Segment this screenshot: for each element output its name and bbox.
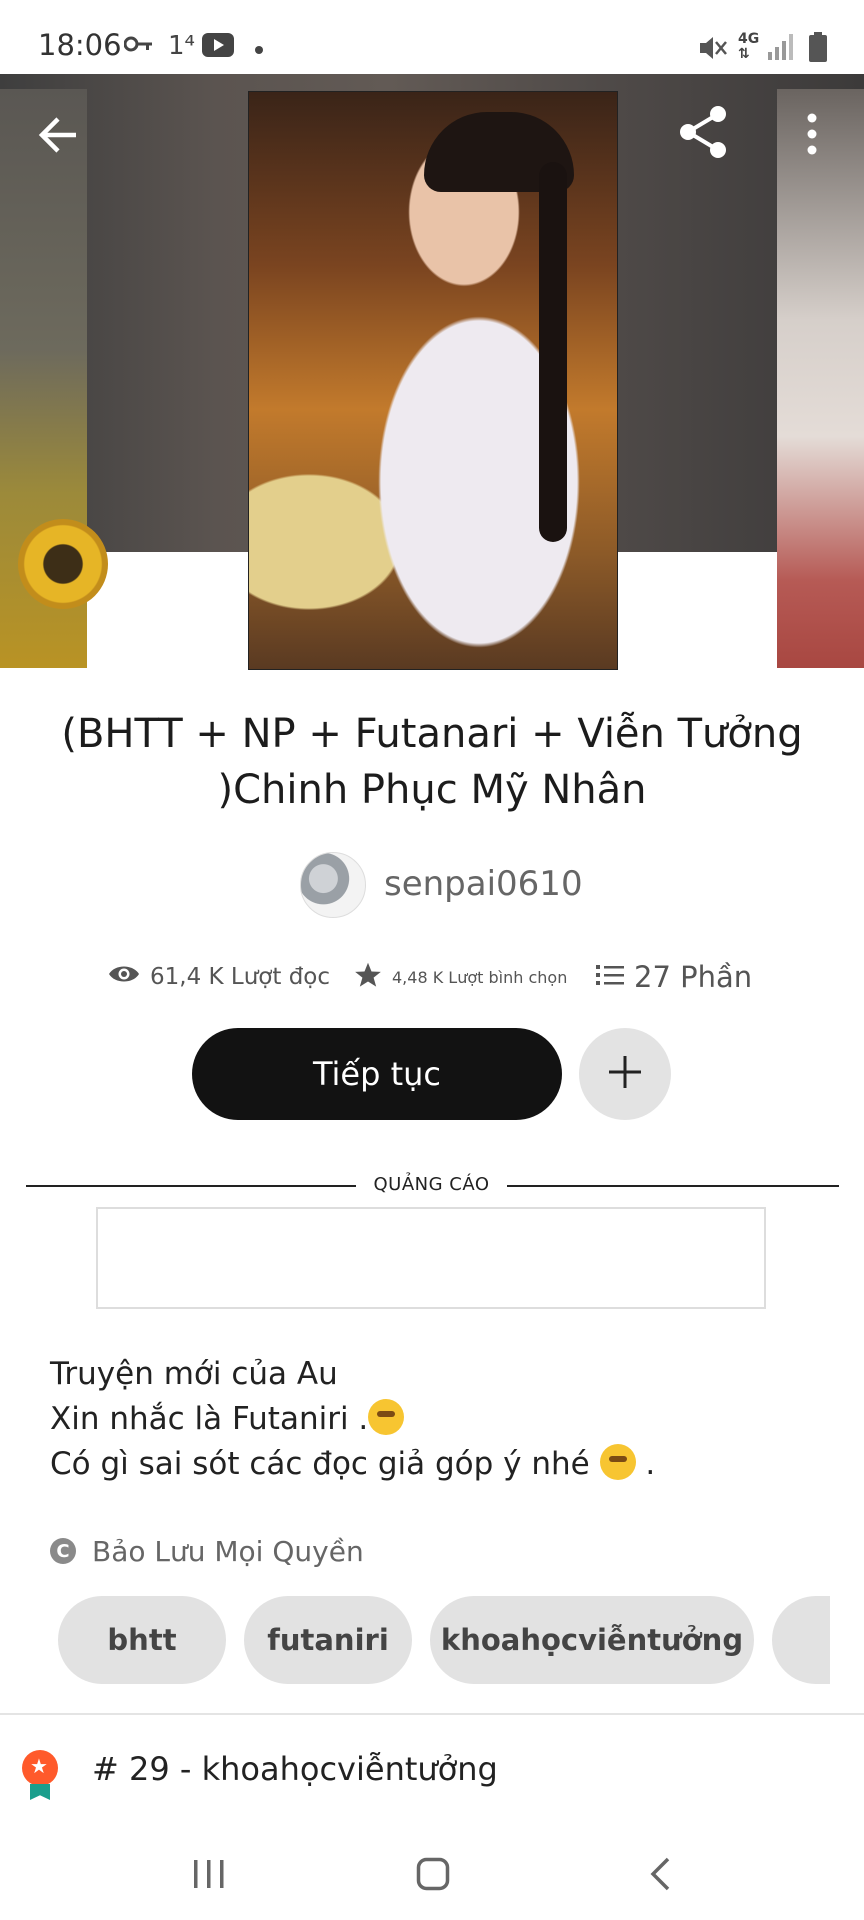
next-story-cover[interactable] — [777, 89, 864, 668]
description-line: Xin nhắc là Futaniri . — [50, 1397, 830, 1442]
status-time: 18:06 — [38, 28, 122, 62]
battery-icon — [808, 32, 828, 68]
votes-count: 4,48 K Lượt bình chọn — [392, 967, 568, 987]
mute-icon — [698, 34, 728, 68]
description-text: . — [635, 1446, 656, 1482]
tag-chip[interactable]: bhtt — [58, 1596, 226, 1684]
ranking-text[interactable]: # 29 - khoahọcviễntưởng — [92, 1750, 498, 1788]
star-icon — [354, 961, 382, 993]
description-text: Có gì sai sót các đọc giả góp ý nhé — [50, 1446, 590, 1482]
previous-story-cover[interactable] — [0, 89, 108, 668]
author-avatar[interactable] — [300, 852, 366, 918]
tag-chip[interactable]: khoahọcviễntưởng — [430, 1596, 754, 1684]
eye-icon — [108, 963, 140, 991]
ad-divider-left — [26, 1185, 356, 1187]
ad-label: QUẢNG CÁO — [373, 1174, 490, 1195]
4g-icon: 4G ⇅ — [738, 31, 760, 62]
system-navigation-bar — [0, 1820, 864, 1920]
parts-stat[interactable]: 27 Phần — [596, 952, 752, 1002]
dot-icon — [254, 36, 264, 61]
kissing-face-emoji-icon — [368, 1399, 405, 1435]
story-cover-carousel[interactable] — [0, 74, 864, 670]
ranking-ribbon-icon — [30, 1784, 50, 1800]
story-description: Truyện mới của Au Xin nhắc là Futaniri .… — [50, 1352, 830, 1487]
back-arrow-icon[interactable] — [36, 112, 82, 158]
tag-chip[interactable]: futaniri — [244, 1596, 412, 1684]
tag-list[interactable]: bhtt futaniri khoahọcviễntưởng — [58, 1596, 830, 1684]
copyright-icon: C — [50, 1538, 76, 1564]
reads-count: 61,4 K Lượt đọc — [150, 964, 331, 990]
copyright-row: C Bảo Lưu Mọi Quyền — [50, 1531, 364, 1571]
copyright-text: Bảo Lưu Mọi Quyền — [92, 1534, 364, 1568]
description-line: Có gì sai sót các đọc giả góp ý nhé . — [50, 1442, 830, 1487]
story-cover-image — [248, 91, 618, 670]
list-icon — [596, 960, 624, 994]
ranking-row[interactable]: # 29 - khoahọcviễntưởng — [0, 1740, 864, 1810]
back-nav-icon[interactable] — [648, 1856, 672, 1896]
one-notification-icon: 1⁴ — [168, 31, 195, 61]
more-options-icon[interactable] — [800, 110, 824, 160]
section-divider — [0, 1713, 864, 1715]
heart-eyes-emoji-icon — [599, 1444, 636, 1480]
tag-chip-partial[interactable] — [772, 1596, 830, 1684]
ranking-badge-icon — [22, 1750, 58, 1786]
home-icon[interactable] — [416, 1857, 450, 1895]
description-text: Xin nhắc là Futaniri . — [50, 1401, 369, 1437]
signal-icon — [768, 34, 796, 66]
key-icon — [123, 33, 154, 61]
share-icon[interactable] — [676, 104, 732, 160]
ad-slot[interactable] — [96, 1207, 766, 1309]
votes-stat: 4,48 K Lượt bình chọn — [354, 952, 567, 1002]
network-type: 4G — [738, 31, 760, 47]
author-name[interactable]: senpai0610 — [384, 864, 583, 904]
parts-count[interactable]: 27 Phần — [634, 960, 752, 994]
plus-icon — [607, 1054, 643, 1094]
story-title: (BHTT + NP + Futanari + Viễn Tưởng )Chin… — [61, 711, 803, 813]
reads-stat: 61,4 K Lượt đọc — [108, 952, 330, 1002]
add-to-library-button[interactable] — [579, 1028, 671, 1120]
continue-reading-button[interactable]: Tiếp tục — [192, 1028, 562, 1120]
story-stats: 61,4 K Lượt đọc 4,48 K Lượt bình chọn 27… — [0, 952, 864, 1002]
recent-apps-icon[interactable] — [192, 1858, 226, 1894]
ad-divider-right — [507, 1185, 839, 1187]
description-line: Truyện mới của Au — [50, 1356, 338, 1392]
youtube-icon — [202, 33, 234, 63]
status-bar: 18:06 1⁴ 4G ⇅ — [0, 0, 864, 74]
